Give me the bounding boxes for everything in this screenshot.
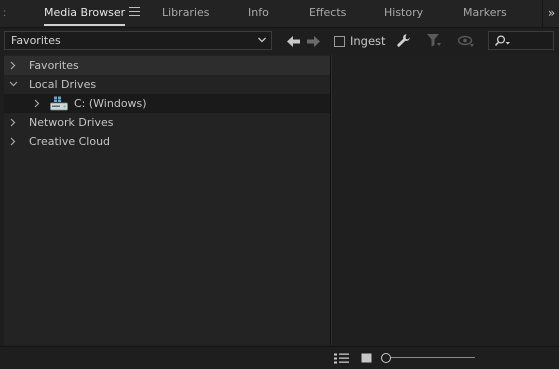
chevron-right-icon[interactable] (10, 118, 16, 127)
tree-item-label: Local Drives (29, 78, 97, 91)
filter-icon[interactable] (427, 34, 441, 47)
chevron-down-icon (258, 37, 266, 43)
chevron-down-icon[interactable] (9, 81, 18, 87)
list-view-icon[interactable] (334, 353, 349, 364)
ingest-label: Ingest (350, 34, 386, 48)
tree-item-label: Creative Cloud (29, 135, 111, 148)
chevron-right-icon[interactable] (10, 61, 16, 70)
zoom-slider-track[interactable] (385, 357, 475, 358)
location-dropdown-value: Favorites (11, 34, 61, 47)
tree-item-local-drives[interactable]: Local Drives (4, 75, 330, 94)
tree-item-favorites[interactable]: Favorites (4, 56, 330, 75)
icon-view-icon[interactable] (361, 353, 372, 363)
location-tree: Favorites Local Drives C: (Windows) Netw… (4, 55, 331, 345)
search-field[interactable] (488, 31, 554, 50)
zoom-slider-handle[interactable] (381, 353, 391, 363)
tab-effects[interactable]: Effects (309, 0, 346, 27)
panel-tab-bar: ː Media Browser Libraries Info Effects H… (0, 0, 559, 28)
hard-drive-icon (50, 96, 68, 111)
back-arrow-icon[interactable] (287, 36, 301, 47)
tab-info[interactable]: Info (248, 0, 269, 27)
panel-menu-icon[interactable] (129, 7, 140, 18)
tree-item-network-drives[interactable]: Network Drives (4, 113, 330, 132)
search-icon (494, 35, 510, 46)
tree-item-label: Network Drives (29, 116, 114, 129)
forward-arrow-icon[interactable] (306, 36, 320, 47)
media-browser-toolbar: Favorites Ingest (0, 28, 559, 54)
tab-overflow-button[interactable]: » (542, 0, 559, 27)
tree-item-label: Favorites (29, 59, 79, 72)
tab-libraries[interactable]: Libraries (162, 0, 210, 27)
location-dropdown[interactable]: Favorites (4, 31, 272, 50)
tree-item-label: C: (Windows) (74, 97, 147, 110)
eye-icon[interactable] (458, 35, 474, 47)
chevron-right-icon[interactable] (34, 99, 40, 108)
panel-grip[interactable]: ː (0, 0, 8, 27)
ingest-checkbox[interactable] (334, 35, 345, 47)
wrench-icon[interactable] (396, 33, 411, 48)
tab-media-browser[interactable]: Media Browser (44, 0, 126, 27)
content-pane[interactable] (331, 55, 556, 345)
tab-history[interactable]: History (384, 0, 423, 27)
ingest-toggle[interactable]: Ingest (334, 34, 386, 48)
active-tab-indicator (44, 24, 126, 26)
tab-markers[interactable]: Markers (463, 0, 507, 27)
tab-label: Media Browser (44, 6, 126, 19)
chevron-right-icon[interactable] (10, 137, 16, 146)
tree-item-c-drive[interactable]: C: (Windows) (4, 94, 330, 113)
view-controls-bar (0, 346, 559, 369)
tree-item-creative-cloud[interactable]: Creative Cloud (4, 132, 330, 151)
